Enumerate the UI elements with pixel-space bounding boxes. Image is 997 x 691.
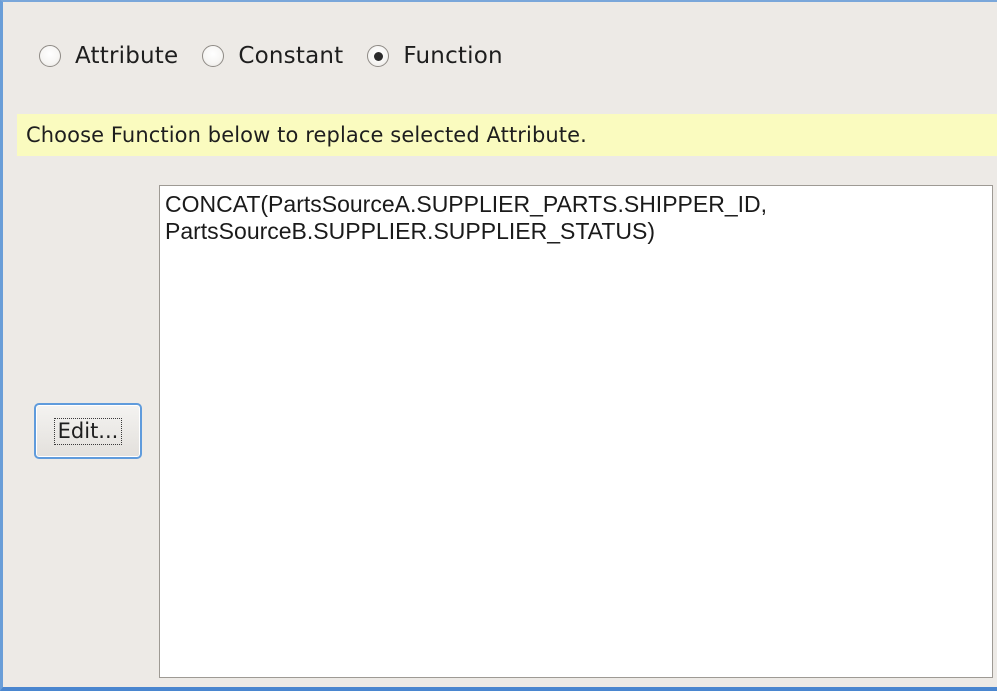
constant-radio-option[interactable]: Constant [202,43,343,69]
edit-function-button[interactable]: Edit... [34,403,142,459]
function-radio-option[interactable]: Function [367,43,503,69]
edit-button-label: Edit... [57,418,119,443]
attribute-radio-option[interactable]: Attribute [39,43,178,69]
hint-text: Choose Function below to replace selecte… [26,123,587,147]
focus-ring: Edit... [53,417,123,445]
constant-radio-button[interactable] [202,45,225,67]
function-expression-textarea[interactable]: CONCAT(PartsSourceA.SUPPLIER_PARTS.SHIPP… [159,185,993,678]
mapping-type-radio-group: Attribute Constant Function [39,38,503,74]
attribute-radio-button[interactable] [39,45,61,67]
radio-selected-dot-icon [373,51,383,61]
hint-banner: Choose Function below to replace selecte… [17,114,997,156]
function-mapping-panel: Attribute Constant Function Choose Funct… [0,0,997,691]
function-radio-label[interactable]: Function [403,43,502,69]
constant-radio-label[interactable]: Constant [238,43,343,69]
attribute-radio-label[interactable]: Attribute [75,43,178,69]
function-radio-button[interactable] [367,45,390,67]
